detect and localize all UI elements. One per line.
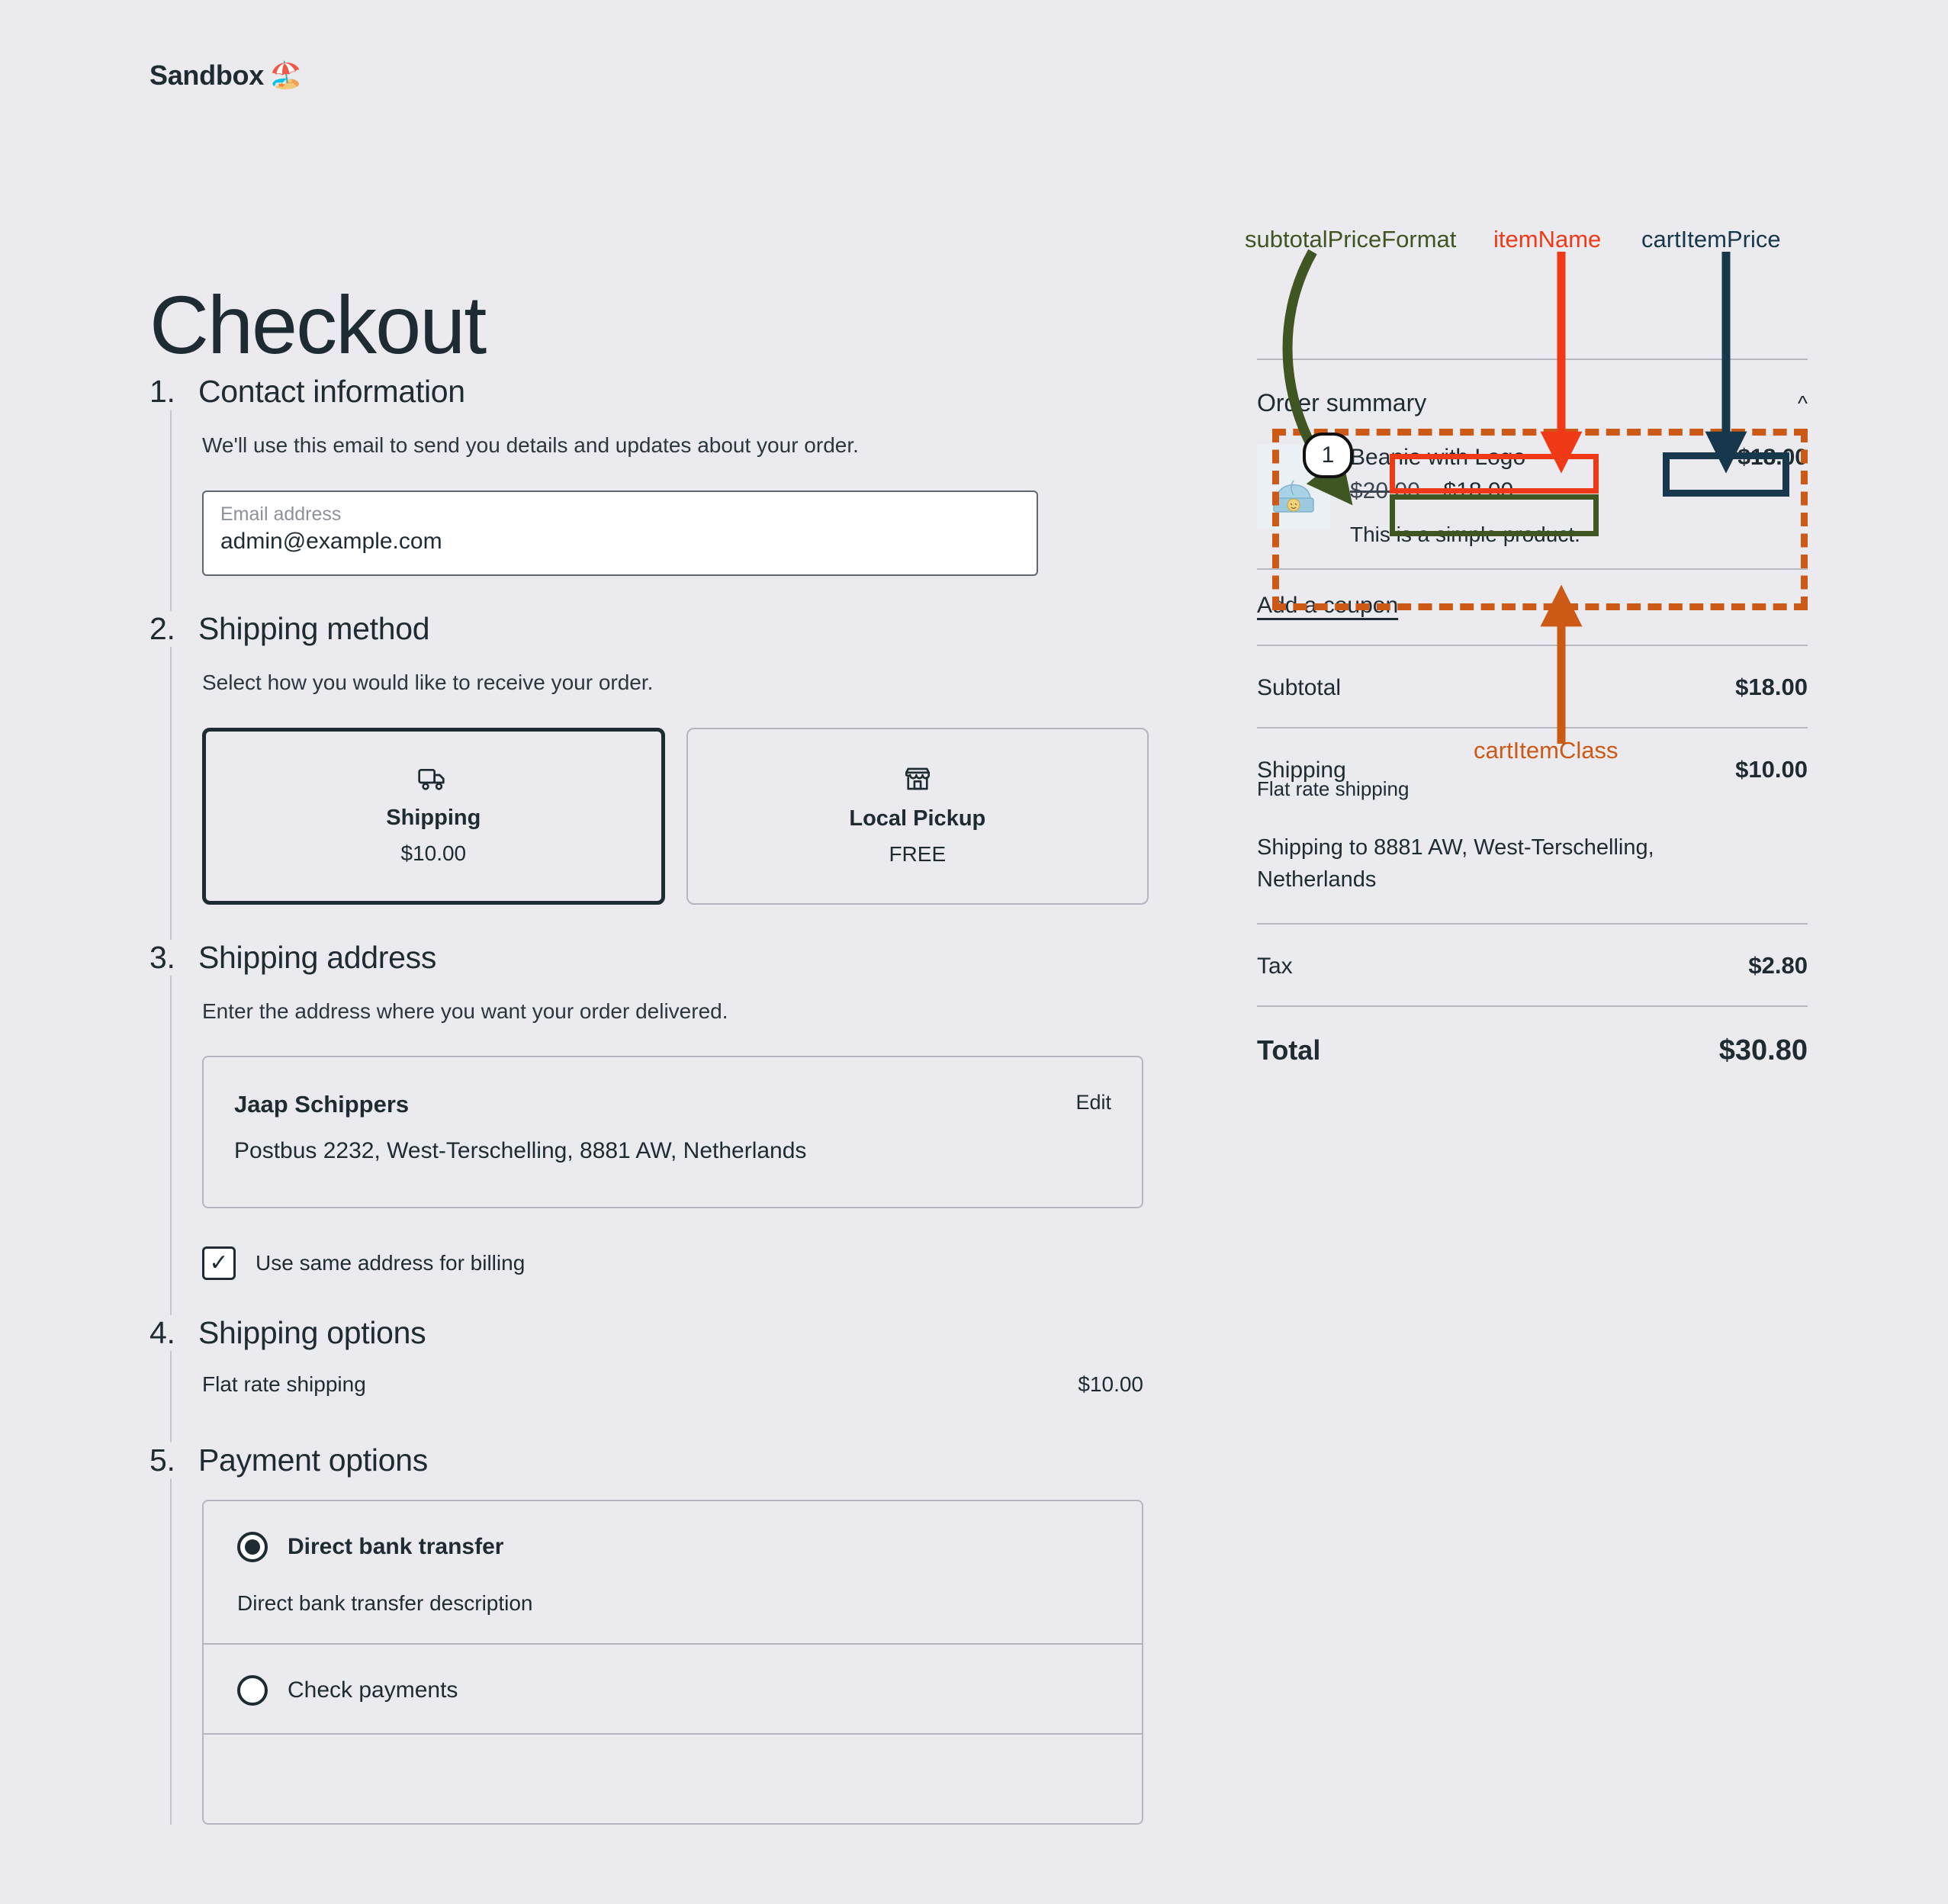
coupon-row: Add a coupon — [1257, 570, 1808, 645]
step-3-number: 3. — [149, 939, 175, 975]
tax-value: $2.80 — [1748, 952, 1808, 979]
brand-name: Sandbox — [149, 60, 264, 91]
shipping-method-price: $10.00 — [400, 841, 467, 866]
step-4-title: 4. Shipping options — [149, 1315, 1149, 1351]
shipping-option-price: $10.00 — [1078, 1372, 1143, 1397]
shipping-destination-text: Shipping to 8881 AW, West-Terschelling, … — [1257, 835, 1654, 892]
chevron-up-icon[interactable]: ^ — [1798, 392, 1808, 414]
step-5-label: Payment options — [198, 1442, 428, 1478]
shipping-value: $10.00 — [1735, 756, 1808, 783]
step-shipping-method: 2. Shipping method Select how you would … — [149, 611, 1149, 940]
step-2-number: 2. — [149, 610, 175, 646]
payment-option-partial[interactable] — [204, 1733, 1142, 1823]
add-coupon-link[interactable]: Add a coupon — [1257, 593, 1398, 618]
site-brand[interactable]: Sandbox 🏖️ — [149, 60, 302, 92]
billing-same-address-checkbox[interactable]: ✓ — [202, 1246, 236, 1281]
step-2-description: Select how you would like to receive you… — [202, 670, 654, 694]
cart-item-name: Beanie with Logo — [1350, 445, 1526, 470]
payment-description-bank-transfer: Direct bank transfer description — [237, 1591, 533, 1616]
billing-same-address-label: Use same address for billing — [256, 1251, 526, 1275]
step-payment-options: 5. Payment options Direct bank transfer … — [149, 1442, 1149, 1825]
cart-item-prices: $20.00 $18.00 — [1350, 478, 1710, 504]
shipping-method-shipping[interactable]: Shipping $10.00 — [202, 727, 665, 905]
payment-radio-bank-transfer[interactable] — [237, 1532, 268, 1563]
payment-label-bank-transfer: Direct bank transfer — [288, 1534, 504, 1560]
cart-item-line-total: $18.00 — [1737, 445, 1808, 470]
order-summary-header[interactable]: Order summary ^ — [1257, 360, 1808, 437]
payment-option-check-payments[interactable]: Check payments — [204, 1643, 1142, 1733]
cart-item-quantity-badge: 1 — [1303, 433, 1353, 478]
shipping-option-label: Flat rate shipping — [202, 1372, 366, 1397]
step-5-number: 5. — [149, 1442, 175, 1478]
checkout-form: 1. Contact information We'll use this em… — [149, 374, 1149, 1825]
step-1-label: Contact information — [198, 374, 465, 409]
step-2-title: 2. Shipping method — [149, 611, 1149, 647]
order-summary-title: Order summary — [1257, 389, 1427, 416]
step-3-label: Shipping address — [198, 939, 437, 975]
step-1-title: 1. Contact information — [149, 374, 1149, 410]
step-2-label: Shipping method — [198, 610, 430, 646]
storefront-icon — [904, 765, 931, 796]
truck-icon — [418, 766, 448, 795]
shipping-sub-label: Flat rate shipping — [1257, 777, 1410, 800]
shipping-method-options: Shipping $10.00 Local Pickup FREE — [202, 727, 1149, 905]
local-pickup-name: Local Pickup — [849, 806, 986, 831]
step-5-title: 5. Payment options — [149, 1442, 1149, 1478]
email-field-label: Email address — [220, 503, 342, 525]
step-contact-information: 1. Contact information We'll use this em… — [149, 374, 1149, 611]
billing-same-address-row[interactable]: ✓ Use same address for billing — [202, 1246, 1149, 1281]
cart-item-description: This is a simple product. — [1350, 523, 1580, 546]
step-shipping-address: 3. Shipping address Enter the address wh… — [149, 940, 1149, 1316]
subtotal-label: Subtotal — [1257, 675, 1342, 700]
step-1-description: We'll use this email to send you details… — [202, 433, 859, 457]
step-3-title: 3. Shipping address — [149, 940, 1149, 976]
total-value: $30.80 — [1718, 1034, 1808, 1067]
cart-item-price-original: $20.00 — [1350, 478, 1420, 503]
summary-row-tax: Tax $2.80 — [1257, 925, 1808, 1005]
cart-item-price-sale: $18.00 — [1443, 478, 1514, 503]
order-summary-panel: Order summary ^ 1 Beanie with Logo $20.0… — [1257, 359, 1808, 1093]
edit-address-button[interactable]: Edit — [1075, 1091, 1111, 1114]
step-4-number: 4. — [149, 1315, 175, 1351]
summary-row-total: Total $30.80 — [1257, 1007, 1808, 1093]
local-pickup-price: FREE — [889, 842, 947, 867]
payment-option-bank-transfer[interactable]: Direct bank transfer Direct bank transfe… — [204, 1501, 1142, 1643]
shipping-method-name: Shipping — [386, 806, 481, 831]
annotation-label-subtotal-price-format: subtotalPriceFormat — [1245, 226, 1457, 252]
subtotal-value: $18.00 — [1735, 674, 1808, 700]
total-label: Total — [1257, 1034, 1321, 1066]
step-shipping-options: 4. Shipping options Flat rate shipping $… — [149, 1315, 1149, 1443]
annotation-label-item-name: itemName — [1493, 226, 1602, 252]
tax-label: Tax — [1257, 954, 1293, 979]
payment-methods-list: Direct bank transfer Direct bank transfe… — [202, 1500, 1143, 1825]
step-3-description: Enter the address where you want your or… — [202, 999, 728, 1023]
email-field[interactable]: Email address admin@example.com — [202, 490, 1038, 576]
page-title: Checkout — [149, 278, 487, 371]
shipping-option-row[interactable]: Flat rate shipping $10.00 — [202, 1372, 1143, 1397]
summary-row-subtotal: Subtotal $18.00 — [1257, 646, 1808, 727]
address-recipient: Jaap Schippers — [234, 1091, 410, 1118]
shipping-address-card: Jaap Schippers Postbus 2232, West-Tersch… — [202, 1056, 1143, 1209]
payment-radio-check-payments[interactable] — [237, 1675, 268, 1706]
email-field-value[interactable]: admin@example.com — [220, 526, 1020, 558]
step-4-label: Shipping options — [198, 1315, 426, 1351]
beach-umbrella-icon: 🏖️ — [269, 61, 302, 90]
shipping-method-local-pickup[interactable]: Local Pickup FREE — [686, 727, 1149, 905]
annotation-label-cart-item-price: cartItemPrice — [1641, 226, 1781, 252]
step-1-number: 1. — [149, 374, 175, 409]
payment-label-check-payments: Check payments — [288, 1677, 458, 1703]
cart-line-item: 1 Beanie with Logo $20.00 $18.00 This is… — [1257, 433, 1808, 568]
address-lines: Postbus 2232, West-Terschelling, 8881 AW… — [234, 1138, 807, 1164]
